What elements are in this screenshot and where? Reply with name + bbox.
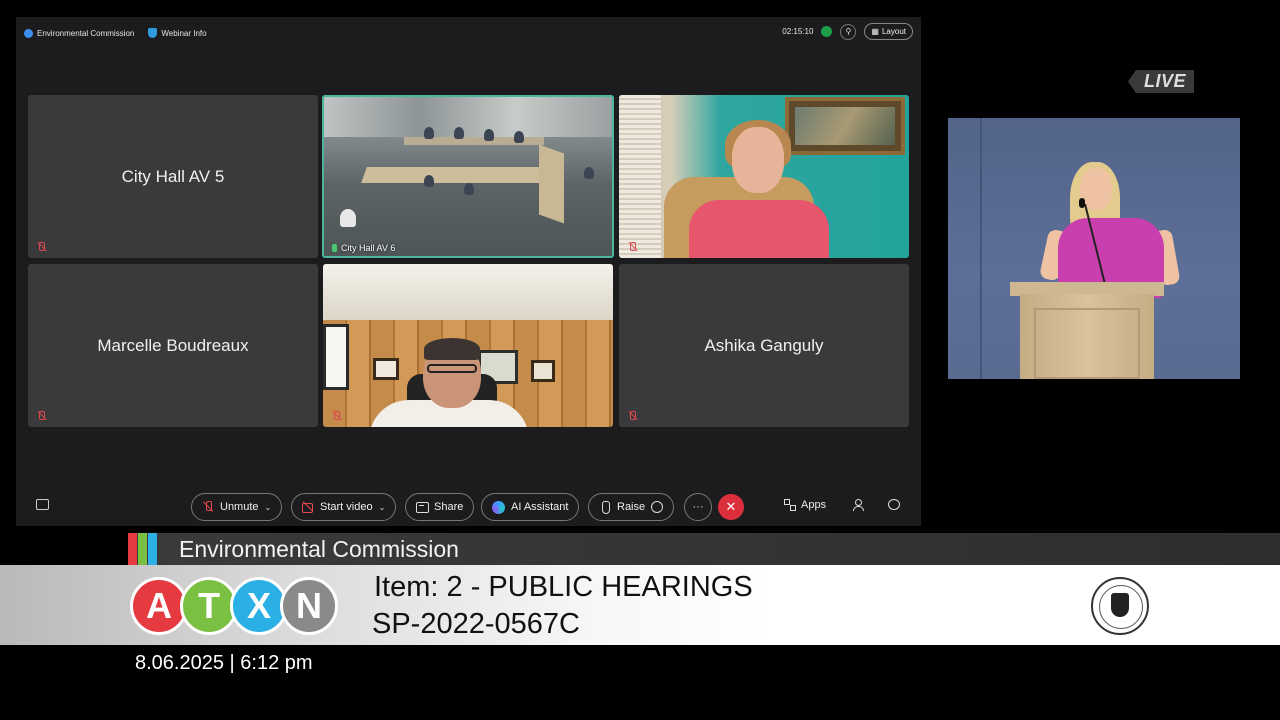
raise-hand-button[interactable]: Raise xyxy=(588,493,675,521)
mic-on-icon xyxy=(332,244,337,252)
agenda-item: Item: 2 - PUBLIC HEARINGS xyxy=(374,571,753,603)
case-number: SP-2022-0567C xyxy=(372,608,580,640)
live-badge: LIVE xyxy=(1128,70,1194,93)
city-seal-logo xyxy=(1091,577,1149,635)
meeting-controls: Unmute ⌄ Start video ⌄ Share AI Assistan… xyxy=(16,491,921,521)
participant-tile[interactable]: Ashika Ganguly xyxy=(619,264,909,427)
participant-tile[interactable]: Marcelle Boudreaux xyxy=(28,264,318,427)
color-stripe xyxy=(138,533,147,565)
speaker-video xyxy=(948,118,1240,379)
participant-video xyxy=(619,95,909,258)
participant-name: City Hall AV 6 xyxy=(341,243,396,253)
leave-meeting-button[interactable]: ✕ xyxy=(718,494,744,520)
meeting-name: Environmental Commission xyxy=(37,28,135,38)
shield-icon xyxy=(148,28,158,38)
atxn-logo: A T X N xyxy=(130,577,338,635)
webex-meeting-window: Environmental Commission Webinar Info 02… xyxy=(16,17,921,526)
ai-assistant-button[interactable]: AI Assistant xyxy=(481,493,580,521)
more-options-button[interactable]: ··· xyxy=(684,493,712,521)
muted-mic-icon xyxy=(331,411,341,421)
share-label: Share xyxy=(434,501,464,513)
color-stripe xyxy=(148,533,157,565)
participant-video xyxy=(324,97,612,256)
captions-icon[interactable] xyxy=(36,499,49,510)
participant-name: Marcelle Boudreaux xyxy=(97,336,249,355)
layout-label: Layout xyxy=(881,27,906,36)
channel-title: Environmental Commission xyxy=(179,536,459,562)
chat-icon[interactable] xyxy=(888,499,900,510)
lower-third: A T X N Item: 2 - PUBLIC HEARINGS SP-202… xyxy=(0,565,1280,645)
participant-label: City Hall AV 6 xyxy=(332,243,395,253)
apps-button[interactable]: Apps xyxy=(784,499,826,511)
date-time: 8.06.2025 | 6:12 pm xyxy=(135,652,313,674)
participant-video xyxy=(323,264,613,427)
chevron-down-icon[interactable]: ⌄ xyxy=(379,503,386,512)
muted-mic-icon xyxy=(36,242,46,252)
participant-tile[interactable]: City Hall AV 5 xyxy=(28,95,318,258)
layout-button[interactable]: ▦ Layout xyxy=(864,23,913,40)
reactions-icon[interactable] xyxy=(651,501,664,513)
ai-assistant-icon xyxy=(492,500,505,514)
apps-label: Apps xyxy=(801,499,827,511)
participants-icon[interactable] xyxy=(852,499,864,511)
muted-mic-icon xyxy=(627,242,637,252)
share-button[interactable]: Share xyxy=(405,493,475,521)
muted-mic-icon xyxy=(36,411,46,421)
zoom-icon[interactable]: ⚲ xyxy=(840,23,857,40)
logo-letter: N xyxy=(280,577,338,635)
mic-muted-icon xyxy=(202,501,214,513)
camera-off-icon xyxy=(302,501,314,513)
unmute-label: Unmute xyxy=(220,501,259,513)
meeting-timer: 02:15:10 xyxy=(782,27,814,36)
participant-name: City Hall AV 5 xyxy=(121,167,225,186)
webinar-info-button[interactable]: Webinar Info xyxy=(148,28,207,38)
apps-icon xyxy=(784,499,796,511)
start-video-button[interactable]: Start video ⌄ xyxy=(291,493,397,521)
raise-label: Raise xyxy=(617,501,646,513)
color-stripe xyxy=(128,533,137,565)
hand-icon xyxy=(599,501,611,514)
muted-mic-icon xyxy=(627,411,637,421)
channel-bar: Environmental Commission xyxy=(128,533,1280,565)
broadcast-frame: Environmental Commission Webinar Info 02… xyxy=(0,0,1280,720)
unmute-button[interactable]: Unmute ⌄ xyxy=(191,493,283,521)
connection-status-icon[interactable] xyxy=(821,26,833,37)
participant-tile-active-speaker[interactable]: City Hall AV 6 xyxy=(322,95,614,258)
participant-tile[interactable] xyxy=(323,264,613,427)
layout-grid-icon: ▦ xyxy=(871,27,879,36)
meeting-topbar: Environmental Commission Webinar Info 02… xyxy=(16,17,921,49)
meeting-info[interactable]: Environmental Commission xyxy=(24,28,135,38)
webinar-info-label: Webinar Info xyxy=(161,28,207,38)
share-icon xyxy=(416,501,429,513)
ai-assistant-label: AI Assistant xyxy=(511,501,569,513)
start-video-label: Start video xyxy=(320,501,373,513)
chevron-down-icon[interactable]: ⌄ xyxy=(265,503,272,512)
webex-logo-icon xyxy=(24,28,33,38)
participant-tile[interactable] xyxy=(619,95,909,258)
participant-name: Ashika Ganguly xyxy=(704,336,824,355)
